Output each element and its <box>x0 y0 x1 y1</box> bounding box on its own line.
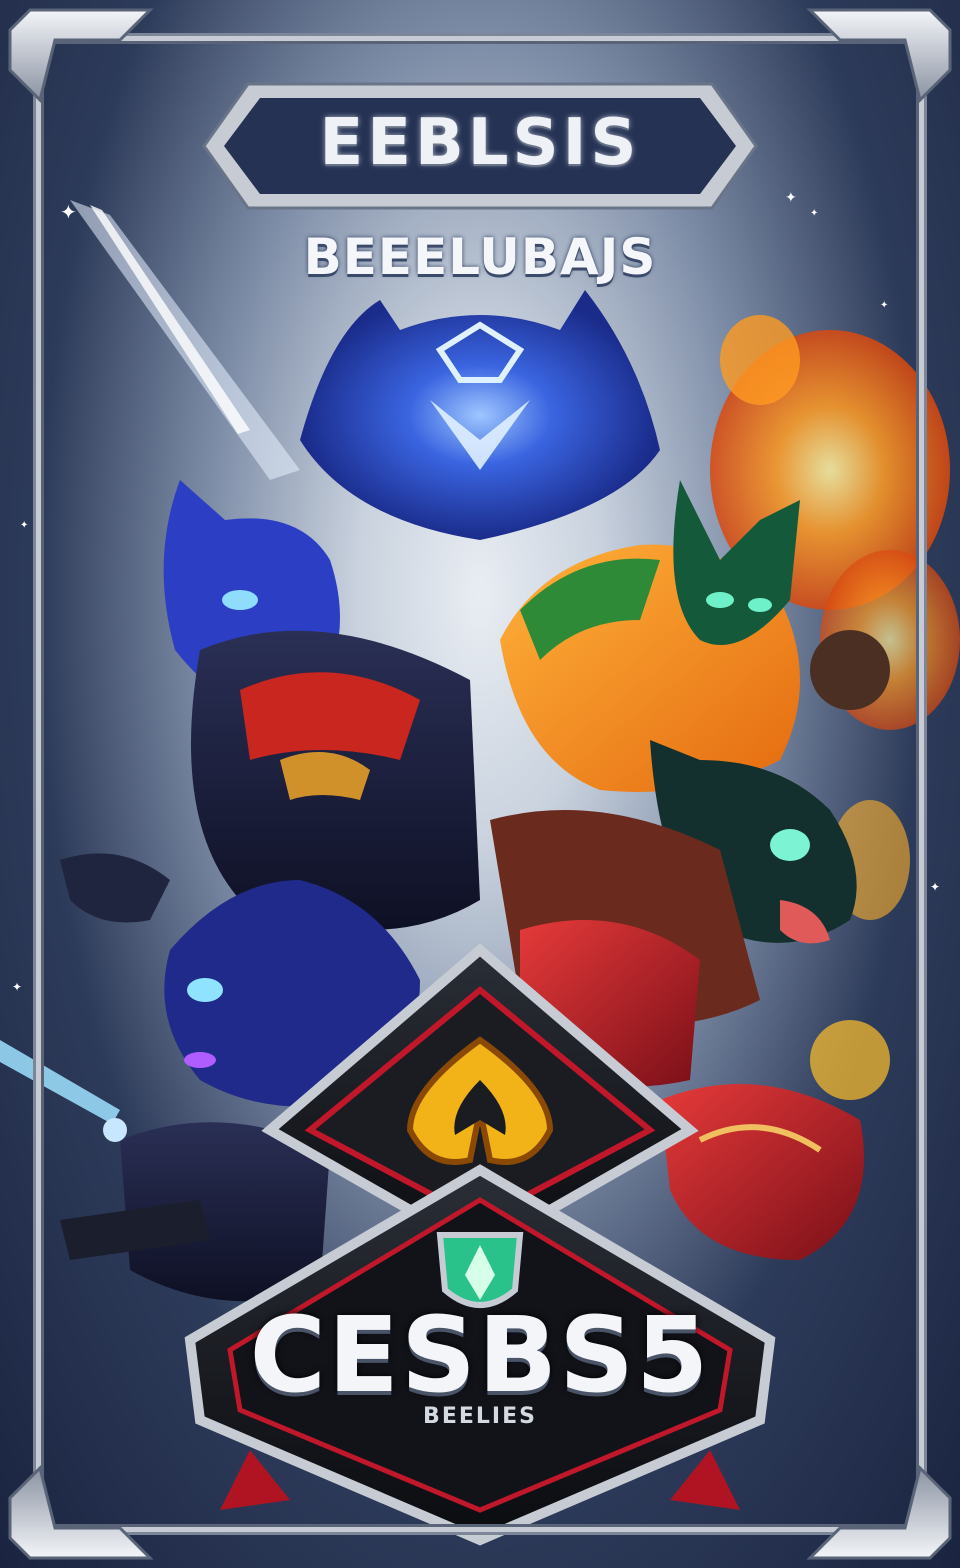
card-canvas: ✦ ✦ ✦ ✦ ✦ ✦ ✦ EEBLSIS BEEELUBAJS CESBS5 … <box>0 0 960 1568</box>
corner-ornament <box>806 8 952 103</box>
sparkle-icon: ✦ <box>930 880 941 894</box>
title-plate: EEBLSIS <box>198 78 762 214</box>
sparkle-icon: ✦ <box>20 520 29 531</box>
card-subtitle: BEEELUBAJS <box>303 228 657 286</box>
corner-ornament <box>8 1465 154 1560</box>
sparkle-icon: ✦ <box>12 980 23 994</box>
card-title: EEBLSIS <box>319 106 641 180</box>
corner-ornament <box>8 8 154 103</box>
badge-title: CESBS5 <box>249 1294 711 1416</box>
badge-subtitle: BEELIES <box>423 1404 537 1429</box>
corner-ornament <box>806 1465 952 1560</box>
